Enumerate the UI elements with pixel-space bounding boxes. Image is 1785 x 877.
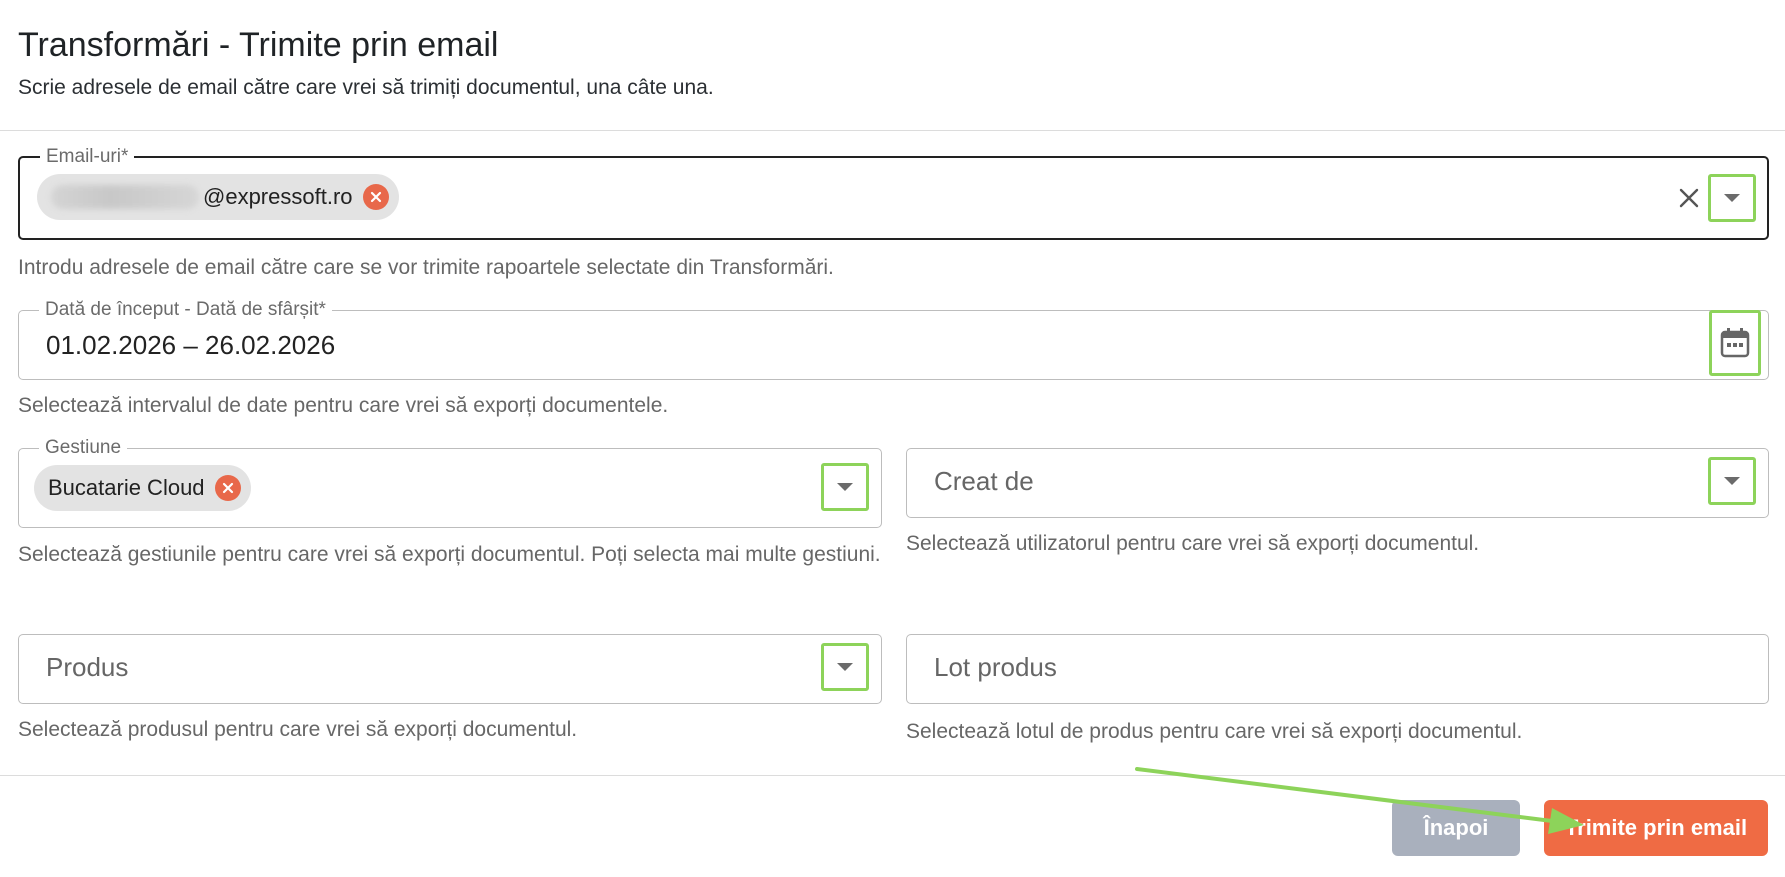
back-button[interactable]: Înapoi [1392, 800, 1520, 856]
emails-helper-text: Introdu adresele de email către care se … [18, 256, 834, 279]
clear-icon[interactable] [1674, 183, 1704, 213]
calendar-button[interactable] [1709, 310, 1761, 376]
date-range-label: Dată de început - Dată de sfârșit* [39, 298, 332, 322]
creat-de-dropdown-button[interactable] [1708, 457, 1756, 505]
lot-produs-field[interactable]: Lot produs [906, 634, 1769, 704]
produs-helper-text: Selectează produsul pentru care vrei să … [18, 718, 578, 741]
gestiune-label: Gestiune [39, 436, 128, 460]
email-chip-label: @expressoft.ro [203, 184, 353, 209]
gestiune-helper-text: Selectează gestiunile pentru care vrei s… [18, 543, 881, 566]
emails-dropdown-button[interactable] [1708, 174, 1756, 222]
dialog-subtitle: Scrie adresele de email către care vrei … [18, 76, 714, 99]
caret-down-icon [1724, 194, 1740, 202]
dialog-title: Transformări - Trimite prin email [18, 26, 499, 64]
footer-divider [0, 775, 1785, 776]
chip-remove-icon[interactable] [362, 184, 389, 210]
creat-de-helper-text: Selectează utilizatorul pentru care vrei… [906, 532, 1480, 555]
gestiune-chip-label: Bucatarie Cloud [48, 475, 205, 500]
header-divider [0, 130, 1785, 131]
date-range-value[interactable]: 01.02.2026 – 26.02.2026 [46, 330, 335, 361]
caret-down-icon [837, 483, 853, 491]
emails-field[interactable]: Email-uri* @expressoft.ro [18, 145, 1769, 240]
produs-dropdown-button[interactable] [821, 643, 869, 691]
produs-field[interactable]: Produs [18, 634, 882, 704]
emails-field-label: Email-uri* [40, 145, 135, 169]
lot-produs-helper-text: Selectează lotul de produs pentru care v… [906, 720, 1523, 743]
date-range-helper-text: Selectează intervalul de date pentru car… [18, 394, 669, 417]
creat-de-placeholder: Creat de [934, 466, 1034, 496]
caret-down-icon [837, 663, 853, 671]
creat-de-field[interactable]: Creat de [906, 448, 1769, 518]
produs-placeholder: Produs [46, 652, 129, 682]
calendar-icon [1720, 328, 1750, 358]
gestiune-field[interactable]: Gestiune Bucatarie Cloud [18, 436, 882, 528]
caret-down-icon [1724, 477, 1740, 485]
gestiune-dropdown-button[interactable] [821, 463, 869, 511]
gestiune-chip[interactable]: Bucatarie Cloud [34, 465, 251, 511]
email-chip[interactable]: @expressoft.ro [37, 174, 399, 220]
send-email-button[interactable]: Trimite prin email [1544, 800, 1768, 856]
chip-remove-icon[interactable] [214, 475, 241, 501]
lot-produs-placeholder: Lot produs [934, 652, 1057, 682]
redacted-text [51, 185, 199, 209]
date-range-field[interactable]: Dată de început - Dată de sfârșit* 01.02… [18, 298, 1769, 380]
